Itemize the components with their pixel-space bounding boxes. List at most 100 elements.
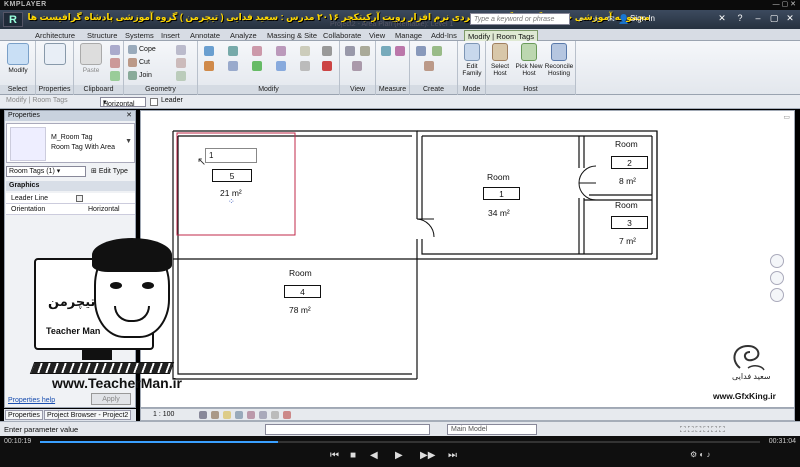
tab-architecture[interactable]: Architecture — [32, 30, 78, 41]
linework-icon[interactable] — [352, 61, 362, 71]
type-selector[interactable]: M_Room Tag Room Tag With Area ▼ — [6, 123, 135, 163]
paste-button[interactable]: Paste — [77, 43, 105, 83]
exchange-icon[interactable]: ✕ — [715, 12, 729, 25]
edit-family-button[interactable]: Edit Family — [459, 43, 485, 83]
join-button[interactable]: Join — [128, 70, 152, 81]
selection-filter-icons[interactable]: ⛶ ⛶ ⛶ ⛶ ⛶ ⛶ — [680, 425, 725, 435]
mirror-axis-icon[interactable] — [252, 46, 262, 56]
room-2-number[interactable]: 2 — [611, 156, 648, 169]
lock-view-icon[interactable] — [271, 411, 279, 419]
revit-app-button[interactable]: R — [3, 12, 23, 27]
array-icon[interactable] — [300, 61, 310, 71]
properties-close-icon[interactable]: ✕ — [126, 111, 132, 119]
orientation-select[interactable]: Horizontal ▾ — [100, 97, 146, 108]
pick-new-host-button[interactable]: Pick New Host — [515, 43, 543, 83]
shadows-icon[interactable] — [235, 411, 243, 419]
select-host-button[interactable]: Select Host — [487, 43, 513, 83]
create-group-icon[interactable] — [424, 61, 434, 71]
copy-element-icon[interactable] — [228, 61, 238, 71]
properties-button[interactable] — [41, 43, 69, 83]
graphics-section-header[interactable]: Graphics — [6, 181, 135, 191]
leader-line-checkbox[interactable] — [76, 195, 83, 202]
detail-level-icon[interactable] — [199, 411, 207, 419]
move-grip-icon[interactable]: ⁘ — [228, 197, 235, 206]
delete-icon[interactable] — [322, 61, 332, 71]
room-5-number[interactable]: 5 — [212, 169, 252, 182]
room-1-area[interactable]: 34 m² — [488, 208, 510, 218]
canvas-restore-icon[interactable]: ▭ — [783, 113, 790, 121]
design-option-select[interactable]: Main Model — [447, 424, 537, 435]
room-1-number[interactable]: 1 — [483, 187, 520, 200]
drawing-area[interactable]: 1 ↖ 5 21 m² ⁘ Room 1 34 m² Room 2 8 m² R… — [140, 110, 795, 408]
tab-view[interactable]: View — [366, 30, 388, 41]
leader-checkbox[interactable] — [150, 98, 158, 106]
properties-help-link[interactable]: Properties help — [8, 397, 55, 404]
tab-collaborate[interactable]: Collaborate — [320, 30, 364, 41]
help-icon[interactable]: ? — [733, 12, 747, 25]
measure-icon[interactable] — [381, 46, 391, 56]
visual-style-icon[interactable] — [211, 411, 219, 419]
reconcile-hosting-button[interactable]: Reconcile Hosting — [544, 43, 574, 83]
room-2-area[interactable]: 8 m² — [619, 176, 636, 186]
split-face-icon[interactable] — [176, 45, 186, 55]
tab-structure[interactable]: Structure — [84, 30, 120, 41]
prev-icon[interactable]: ⏮ — [330, 450, 339, 461]
pin-icon[interactable] — [322, 46, 332, 56]
sign-in-link[interactable]: Sign In — [630, 14, 655, 23]
cut-clip-icon[interactable] — [110, 58, 120, 68]
show-crop-icon[interactable] — [259, 411, 267, 419]
room-3-area[interactable]: 7 m² — [619, 236, 636, 246]
offset-icon[interactable] — [228, 46, 238, 56]
tab-project-browser[interactable]: Project Browser - Project2 — [44, 410, 132, 420]
player-window-controls[interactable]: — ▢ ✕ — [773, 0, 796, 8]
stop-icon[interactable]: ■ — [350, 450, 356, 461]
pan-icon[interactable] — [770, 288, 784, 302]
property-row-orientation[interactable]: Orientation Horizontal — [6, 204, 135, 215]
hide-element-icon[interactable] — [345, 46, 355, 56]
temporary-hide-icon[interactable] — [283, 411, 291, 419]
sun-path-icon[interactable] — [223, 411, 231, 419]
group-label-select[interactable]: Select — [0, 85, 35, 94]
steering-wheel-icon[interactable] — [770, 254, 784, 268]
zoom-icon[interactable] — [770, 271, 784, 285]
minimize-button[interactable]: – — [751, 12, 765, 25]
property-row-leader-line[interactable]: Leader Line — [6, 193, 135, 204]
communication-icon[interactable]: ✉ — [605, 13, 617, 25]
instance-filter[interactable]: Room Tags (1) ▾ — [6, 166, 86, 177]
tab-add-ins[interactable]: Add-Ins — [428, 30, 460, 41]
close-button[interactable]: ✕ — [783, 12, 797, 25]
crop-view-icon[interactable] — [247, 411, 255, 419]
tab-systems[interactable]: Systems — [122, 30, 157, 41]
tab-massing-site[interactable]: Massing & Site — [264, 30, 320, 41]
room-1-name[interactable]: Room — [487, 172, 510, 182]
match-properties-icon[interactable] — [110, 71, 120, 81]
room-3-number[interactable]: 3 — [611, 216, 648, 229]
tab-annotate[interactable]: Annotate — [187, 30, 223, 41]
tab-manage[interactable]: Manage — [392, 30, 425, 41]
trim-extend-icon[interactable] — [276, 61, 286, 71]
chevron-down-icon[interactable]: ▼ — [125, 138, 132, 145]
rewind-icon[interactable]: ◀ — [370, 450, 378, 461]
mirror-draw-icon[interactable] — [276, 46, 286, 56]
subscription-icon[interactable]: ☆ — [590, 13, 602, 25]
forward-icon[interactable]: ▶▶ — [420, 450, 435, 461]
room-4-name[interactable]: Room — [289, 268, 312, 278]
move-icon[interactable] — [204, 61, 214, 71]
paint-icon[interactable] — [176, 71, 186, 81]
modify-button[interactable]: Modify — [4, 43, 32, 83]
maximize-button[interactable]: ▢ — [767, 12, 781, 25]
binoculars-icon[interactable]: ⌕ — [575, 13, 587, 25]
split-element-icon[interactable] — [300, 46, 310, 56]
play-icon[interactable]: ▶ — [395, 450, 403, 461]
search-input[interactable]: Type a keyword or phrase — [470, 13, 570, 25]
rotate-icon[interactable] — [252, 61, 262, 71]
tab-modify-room-tags[interactable]: Modify | Room Tags — [464, 30, 539, 41]
room-3-name[interactable]: Room — [615, 200, 638, 210]
player-settings-icons[interactable]: ⚙ ◐ ♪ — [690, 450, 710, 459]
dimension-icon[interactable] — [395, 46, 405, 56]
tab-analyze[interactable]: Analyze — [227, 30, 260, 41]
copy-icon[interactable] — [110, 45, 120, 55]
create-parts-icon[interactable] — [432, 46, 442, 56]
view-scale[interactable]: 1 : 100 — [153, 411, 174, 418]
override-graphics-icon[interactable] — [360, 46, 370, 56]
